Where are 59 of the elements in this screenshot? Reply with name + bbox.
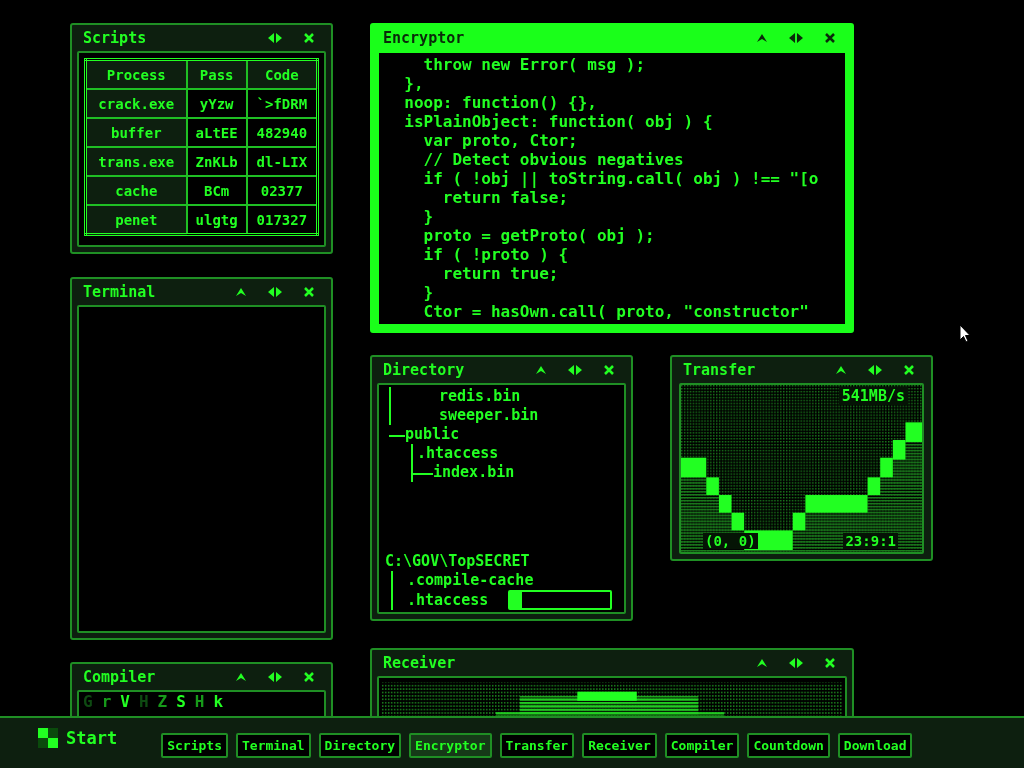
elapsed-time: 23:9:1 xyxy=(843,533,898,549)
column-header: Process xyxy=(85,59,187,89)
table-cell: dl-LIX xyxy=(246,147,318,176)
column-header: Pass xyxy=(186,59,247,89)
file-name[interactable]: sweeper.bin xyxy=(439,406,618,425)
window-title: Compiler xyxy=(83,668,157,686)
table-cell: buffer xyxy=(85,118,187,147)
file-name[interactable]: index.bin xyxy=(433,463,515,482)
table-cell: BCm xyxy=(186,176,247,205)
graph-step xyxy=(905,422,922,442)
code-glyph: G xyxy=(83,692,93,711)
file-name[interactable]: .compile-cache xyxy=(407,571,534,590)
code-glyph: r xyxy=(101,692,112,711)
graph-step xyxy=(880,457,893,478)
table-cell: 02377 xyxy=(246,176,318,205)
table-cell: 482940 xyxy=(246,118,318,147)
taskbar-button[interactable]: Receiver xyxy=(582,732,657,758)
cursor-coordinates: (0, 0) xyxy=(703,533,758,549)
code-glyph: H xyxy=(138,692,149,711)
table-cell: ZnKLb xyxy=(186,147,247,176)
taskbar-button[interactable]: Directory xyxy=(318,732,402,758)
table-cell: trans.exe xyxy=(85,147,187,176)
start-button[interactable]: Start xyxy=(38,728,118,748)
file-name[interactable]: redis.bin xyxy=(439,387,618,406)
code-glyph: H xyxy=(194,692,205,711)
table-cell: `>fDRM xyxy=(246,89,318,118)
taskbar-button[interactable]: Scripts xyxy=(161,732,228,758)
window-title: Directory xyxy=(383,361,466,379)
table-cell: aLtEE xyxy=(186,118,247,147)
table-cell: yYzw xyxy=(186,89,247,118)
taskbar-button[interactable]: Countdown xyxy=(747,732,830,758)
transfer-rate: 541MB/s xyxy=(838,387,908,405)
column-header: Code xyxy=(246,59,318,89)
taskbar-button[interactable]: Encryptor xyxy=(409,732,492,758)
taskbar-button[interactable]: Terminal xyxy=(236,732,311,758)
taskbar-button[interactable]: Transfer xyxy=(499,732,575,758)
file-name[interactable]: .htaccess xyxy=(417,444,499,463)
window-title: Receiver xyxy=(383,654,457,672)
code-glyph: Z xyxy=(157,692,168,711)
code-glyph: V xyxy=(120,692,130,711)
table-cell: penet xyxy=(85,205,187,235)
table-cell: 017327 xyxy=(246,205,318,235)
code-text: throw new Error( msg ); }, noop: function() {}, isPlainObject: function( obj ) { var proto, Ctor; // Detect obvious negatives if ( !obj || toString.call( obj ) !== "[o return false; } proto = getProto( obj ); if ( !proto ) { return true; } Ctor = hasOwn.call( proto, "constructor" xyxy=(403,54,820,321)
table-cell: crack.exe xyxy=(85,89,187,118)
taskbar-button[interactable]: Compiler xyxy=(664,732,740,758)
window-title: Scripts xyxy=(83,29,148,47)
folder-name[interactable]: public xyxy=(405,425,460,444)
window-title: Transfer xyxy=(683,361,757,379)
file-name[interactable]: .htaccess xyxy=(407,590,489,610)
code-glyph: S xyxy=(176,692,186,711)
table-cell: ulgtg xyxy=(186,205,247,235)
window-title: Encryptor xyxy=(383,29,466,47)
taskbar-button[interactable]: Download xyxy=(837,732,913,758)
table-cell: cache xyxy=(85,176,187,205)
checker-icon xyxy=(38,728,58,748)
cursor-icon xyxy=(959,324,971,344)
window-title: Terminal xyxy=(83,283,157,301)
directory-path: C:\GOV\TopSECRET xyxy=(385,552,531,571)
code-glyph: k xyxy=(213,692,224,711)
